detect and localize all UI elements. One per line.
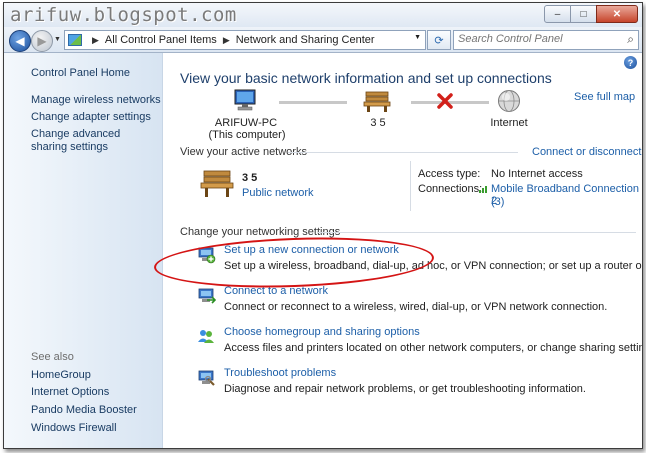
arrow-right-icon: ▶ <box>37 34 47 48</box>
breadcrumb-network-and-sharing-center[interactable]: Network and Sharing Center <box>236 34 375 46</box>
sidebar-item-internet-options[interactable]: Internet Options <box>31 386 109 399</box>
computer-name: ARIFUW-PC <box>214 117 278 129</box>
computer-icon[interactable] <box>232 89 258 111</box>
globe-icon[interactable] <box>497 89 521 113</box>
mobile-broadband-connection-link-suffix[interactable]: (3) <box>491 196 504 208</box>
signal-bars-icon <box>479 184 489 193</box>
sidebar-item-control-panel-home[interactable]: Control Panel Home <box>31 67 130 80</box>
set-up-new-connection-desc: Set up a wireless, broadband, dial-up, a… <box>224 260 642 272</box>
blog-watermark: arifuw.blogspot.com <box>10 4 237 26</box>
choose-homegroup-link[interactable]: Choose homegroup and sharing options <box>224 326 420 338</box>
sidebar-item-manage-wireless-networks[interactable]: Manage wireless networks <box>31 94 161 107</box>
homegroup-icon[interactable] <box>196 326 216 346</box>
control-panel-icon <box>68 34 82 46</box>
sidebar: Control Panel Home Manage wireless netwo… <box>4 53 163 448</box>
title-bar: arifuw.blogspot.com – □ ✕ <box>4 3 642 27</box>
arrow-left-icon: ◀ <box>15 34 25 48</box>
main-content: ? View your basic network information an… <box>153 53 643 448</box>
divider <box>288 152 518 153</box>
search-input[interactable] <box>454 31 608 47</box>
window-controls: – □ ✕ <box>544 5 638 23</box>
no-connection-icon <box>437 93 453 109</box>
active-network-name: 3 5 <box>242 172 258 184</box>
sidebar-item-windows-firewall[interactable]: Windows Firewall <box>31 422 117 435</box>
page-title: View your basic network information and … <box>180 70 552 86</box>
connections-label: Connections: <box>418 183 483 195</box>
navigation-bar: ◀ ▶ ▼ ▶ All Control Panel Items ▶ Networ… <box>4 27 642 53</box>
public-network-link[interactable]: Public network <box>242 187 314 199</box>
sidebar-item-homegroup[interactable]: HomeGroup <box>31 369 91 382</box>
public-network-bench-icon[interactable] <box>200 168 234 198</box>
network-name: 3 5 <box>370 117 386 129</box>
set-up-new-connection-link[interactable]: Set up a new connection or network <box>224 244 399 256</box>
choose-homegroup-desc: Access files and printers located on oth… <box>224 342 643 354</box>
close-button[interactable]: ✕ <box>596 5 638 23</box>
connect-to-network-link[interactable]: Connect to a network <box>224 285 328 297</box>
help-icon[interactable]: ? <box>624 56 637 69</box>
connection-line <box>279 101 347 104</box>
address-bar[interactable]: ▶ All Control Panel Items ▶ Network and … <box>64 30 426 50</box>
change-settings-header: Change your networking settings <box>180 226 341 238</box>
see-also-label: See also <box>31 351 74 363</box>
maximize-button[interactable]: □ <box>570 5 597 23</box>
sidebar-item-change-advanced-sharing-settings[interactable]: Change advanced sharing settings <box>31 128 149 154</box>
troubleshoot-icon[interactable] <box>196 367 216 387</box>
connect-or-disconnect-link[interactable]: Connect or disconnect <box>532 146 641 158</box>
minimize-button[interactable]: – <box>544 5 571 23</box>
breadcrumb-separator: ▶ <box>222 34 230 45</box>
access-type-label: Access type: <box>418 168 481 180</box>
connect-to-network-icon[interactable] <box>196 285 217 305</box>
new-connection-icon[interactable] <box>196 244 216 264</box>
mobile-broadband-connection-link[interactable]: Mobile Broadband Connection 2 <box>491 183 642 207</box>
window-frame: arifuw.blogspot.com – □ ✕ ◀ ▶ ▼ ▶ All Co… <box>3 2 643 449</box>
chevron-down-icon[interactable]: ▼ <box>414 34 421 41</box>
back-button[interactable]: ◀ <box>9 30 31 52</box>
search-box[interactable]: ⌕ <box>453 30 639 50</box>
troubleshoot-problems-link[interactable]: Troubleshoot problems <box>224 367 336 379</box>
internet-label: Internet <box>490 117 528 129</box>
see-full-map-link[interactable]: See full map <box>574 91 635 103</box>
recent-pages-dropdown[interactable]: ▼ <box>54 36 61 43</box>
troubleshoot-problems-desc: Diagnose and repair network problems, or… <box>224 383 586 395</box>
connect-to-network-desc: Connect or reconnect to a wireless, wire… <box>224 301 608 313</box>
computer-subtitle: (This computer) <box>208 129 286 141</box>
breadcrumb-separator: ▶ <box>92 34 99 45</box>
search-icon[interactable]: ⌕ <box>627 32 634 47</box>
refresh-icon: ⟳ <box>434 34 444 47</box>
access-type-value: No Internet access <box>491 168 583 180</box>
vertical-divider <box>410 161 411 211</box>
sidebar-item-pando-media-booster[interactable]: Pando Media Booster <box>31 404 137 417</box>
divider <box>318 232 636 233</box>
forward-button[interactable]: ▶ <box>31 30 53 52</box>
sidebar-item-change-adapter-settings[interactable]: Change adapter settings <box>31 111 151 124</box>
breadcrumb-all-control-panel-items[interactable]: All Control Panel Items <box>105 34 217 46</box>
bench-icon[interactable] <box>363 89 391 113</box>
refresh-button[interactable]: ⟳ <box>427 30 451 50</box>
